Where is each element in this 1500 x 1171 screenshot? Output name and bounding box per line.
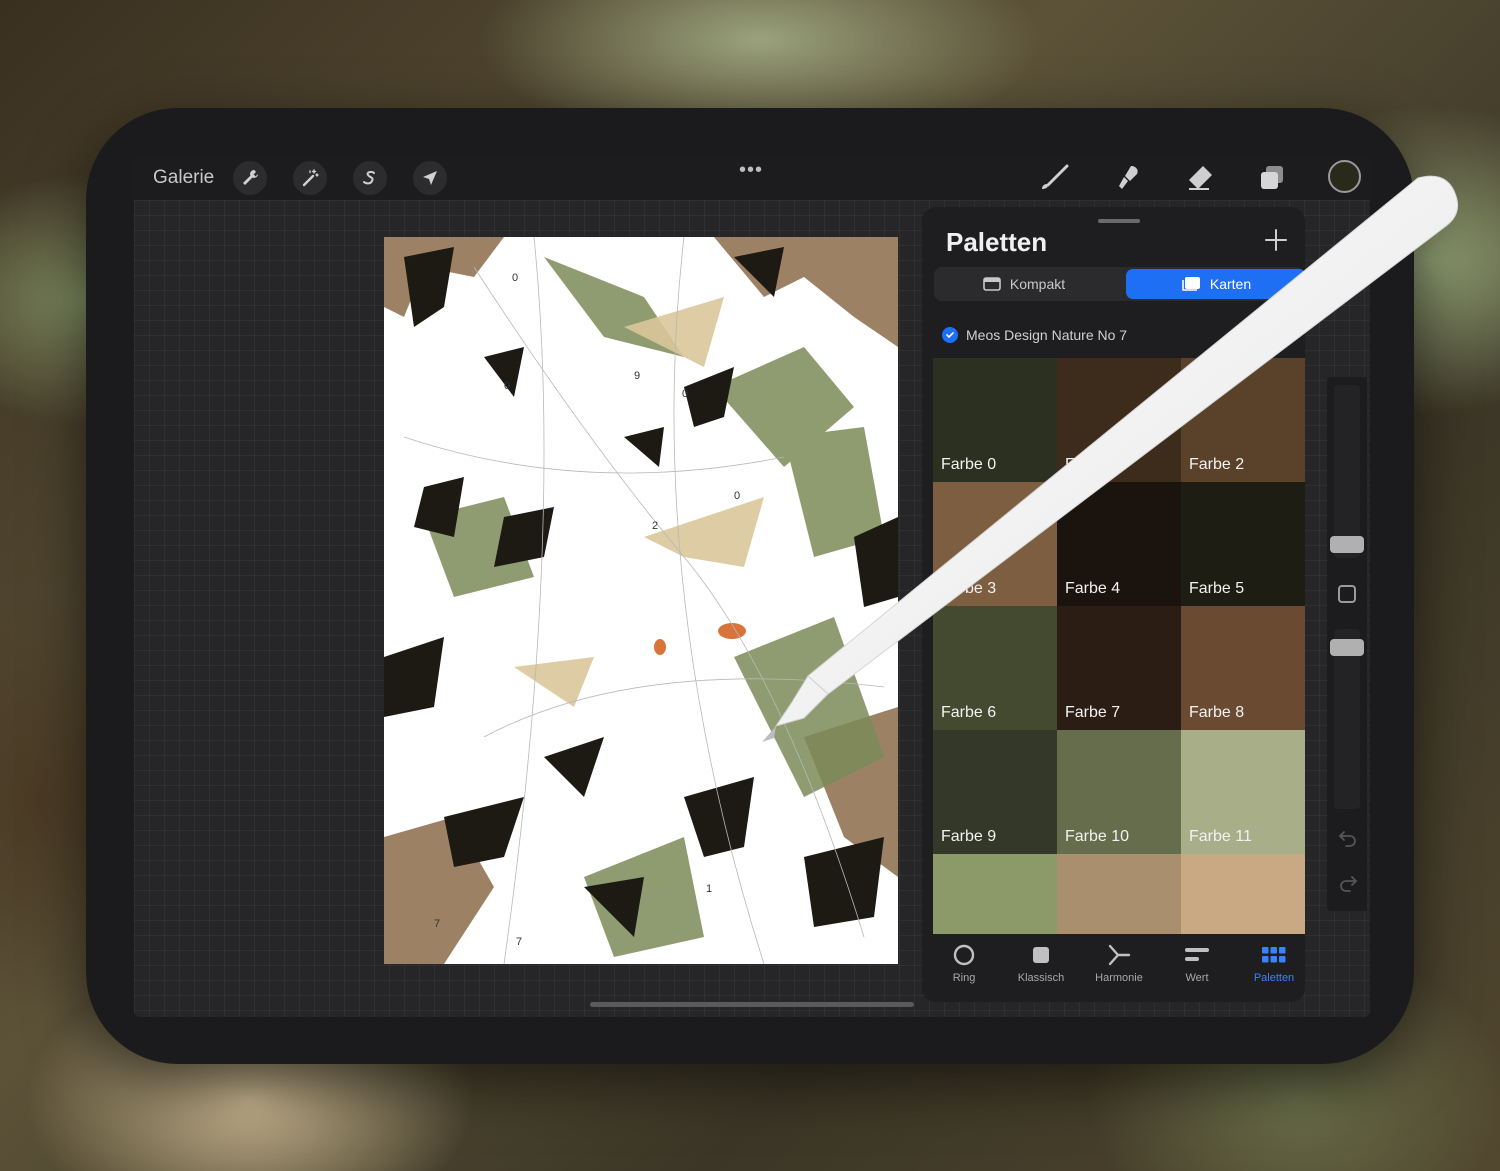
selection-s-icon bbox=[363, 170, 375, 185]
color-swatch[interactable]: Farbe 5 bbox=[1181, 482, 1305, 606]
harmony-icon bbox=[1108, 944, 1131, 966]
color-swatch[interactable]: Farbe 0 bbox=[933, 358, 1057, 482]
tab-kompakt-label: Kompakt bbox=[1009, 276, 1066, 292]
current-color-button[interactable] bbox=[1328, 160, 1361, 193]
tab-karten[interactable]: Karten bbox=[1126, 269, 1305, 299]
color-swatch[interactable]: Farbe 1 bbox=[1057, 358, 1181, 482]
tab-harmonie-label: Harmonie bbox=[1095, 972, 1143, 984]
arrow-cursor-icon bbox=[423, 171, 437, 185]
canvas-number: 0 bbox=[682, 388, 688, 400]
cards-view-icon bbox=[1182, 277, 1200, 291]
swatch-label: Farbe 6 bbox=[941, 704, 997, 721]
color-mode-tabs: Ring Klassisch Harmonie Wert Paletten bbox=[922, 934, 1305, 1002]
default-palette-check-icon bbox=[942, 327, 958, 343]
wrench-icon bbox=[243, 170, 258, 185]
color-swatch[interactable] bbox=[933, 854, 1057, 934]
palette-name: Meos Design Nature No 7 bbox=[966, 327, 1128, 343]
swatch-label: Farbe 11 bbox=[1189, 828, 1252, 845]
tab-harmonie[interactable]: Harmonie bbox=[1080, 944, 1158, 984]
tab-ring[interactable]: Ring bbox=[925, 944, 1003, 984]
canvas-number: 0 bbox=[734, 490, 740, 502]
color-panel: Paletten Kompakt Karten Meos Design Natu… bbox=[922, 207, 1305, 1002]
add-palette-icon[interactable] bbox=[1263, 227, 1289, 253]
classic-icon bbox=[1033, 947, 1049, 963]
canvas-number: 7 bbox=[516, 936, 522, 948]
coloring-artwork-image: 0 0 0 9 2 0 7 1 7 bbox=[384, 237, 898, 964]
eraser-icon bbox=[1189, 166, 1212, 190]
color-swatch[interactable]: Farbe 3 bbox=[933, 482, 1057, 606]
canvas-number: 2 bbox=[652, 520, 658, 532]
color-swatch[interactable]: Farbe 6 bbox=[933, 606, 1057, 730]
smudge-tool[interactable] bbox=[1109, 161, 1145, 195]
eraser-tool[interactable] bbox=[1181, 161, 1217, 195]
magic-wand-icon bbox=[302, 169, 319, 187]
ring-icon bbox=[953, 944, 975, 966]
canvas-number: 1 bbox=[706, 883, 712, 895]
panel-grabber[interactable] bbox=[1098, 219, 1140, 223]
canvas-number: 7 bbox=[434, 918, 440, 930]
swatch-grid: Farbe 0 Farbe 1 Farbe 2 Farbe 3 Farbe 4 Farbe… bbox=[933, 358, 1305, 934]
swatch-label: Farbe 8 bbox=[1189, 704, 1245, 721]
palettes-icon bbox=[1262, 947, 1286, 963]
tab-wert[interactable]: Wert bbox=[1158, 944, 1236, 984]
tab-ring-label: Ring bbox=[952, 972, 976, 984]
redo-icon[interactable] bbox=[1338, 874, 1358, 892]
tab-paletten-label: Paletten bbox=[1253, 972, 1295, 984]
smudge-icon bbox=[1119, 166, 1138, 189]
color-swatch[interactable]: Farbe 11 bbox=[1181, 730, 1305, 854]
panel-title: Paletten bbox=[946, 227, 1048, 257]
adjustments-button[interactable] bbox=[293, 161, 327, 195]
tab-wert-label: Wert bbox=[1185, 972, 1209, 984]
tab-klassisch[interactable]: Klassisch bbox=[1002, 944, 1080, 984]
swatch-label: Farbe 2 bbox=[1189, 456, 1245, 473]
opacity-slider[interactable] bbox=[1334, 629, 1360, 809]
actions-button[interactable] bbox=[233, 161, 267, 195]
canvas-number: 9 bbox=[634, 370, 640, 382]
selection-button[interactable] bbox=[353, 161, 387, 195]
swatch-label: Farbe 9 bbox=[941, 828, 997, 845]
transform-button[interactable] bbox=[413, 161, 447, 195]
tab-paletten[interactable]: Paletten bbox=[1235, 944, 1305, 984]
color-swatch[interactable]: Farbe 8 bbox=[1181, 606, 1305, 730]
tab-kompakt[interactable]: Kompakt bbox=[934, 267, 1114, 301]
view-mode-segmented-control: Kompakt Karten bbox=[934, 267, 1305, 301]
brush-icon bbox=[1042, 164, 1069, 189]
palette-header[interactable]: Meos Design Nature No 7 bbox=[942, 327, 1127, 343]
swatch-label: Farbe 5 bbox=[1189, 580, 1245, 597]
brush-size-slider[interactable] bbox=[1334, 385, 1360, 558]
tab-klassisch-label: Klassisch bbox=[1017, 972, 1065, 984]
swatch-label: Farbe 10 bbox=[1065, 828, 1130, 845]
canvas-number: 0 bbox=[504, 380, 510, 392]
color-swatch[interactable]: Farbe 9 bbox=[933, 730, 1057, 854]
color-swatch[interactable]: Farbe 2 bbox=[1181, 358, 1305, 482]
value-icon bbox=[1185, 948, 1209, 961]
more-options-icon[interactable]: ••• bbox=[739, 159, 763, 182]
color-swatch[interactable] bbox=[1181, 854, 1305, 934]
color-swatch[interactable]: Farbe 4 bbox=[1057, 482, 1181, 606]
opacity-thumb[interactable] bbox=[1330, 639, 1364, 656]
sidebar-controls bbox=[1327, 377, 1367, 911]
modify-button[interactable] bbox=[1338, 585, 1356, 603]
swatch-label: Farbe 3 bbox=[941, 580, 997, 597]
procreate-screen: Galerie ••• 0 0 0 9 2 0 7 1 7 Paletten K… bbox=[134, 155, 1370, 1017]
brush-size-thumb[interactable] bbox=[1330, 536, 1364, 553]
swatch-label: Farbe 7 bbox=[1065, 704, 1121, 721]
brush-tool[interactable] bbox=[1036, 161, 1072, 195]
swatch-label: Farbe 1 bbox=[1065, 456, 1121, 473]
swatch-label: Farbe 4 bbox=[1065, 580, 1121, 597]
canvas-number: 0 bbox=[512, 272, 518, 284]
artwork-canvas[interactable]: 0 0 0 9 2 0 7 1 7 bbox=[384, 237, 898, 964]
tab-karten-label: Karten bbox=[1209, 276, 1252, 292]
compact-view-icon bbox=[983, 277, 1001, 291]
home-indicator bbox=[590, 1002, 914, 1007]
top-toolbar: Galerie ••• bbox=[134, 155, 1370, 200]
undo-icon[interactable] bbox=[1338, 829, 1358, 847]
color-swatch[interactable] bbox=[1057, 854, 1181, 934]
color-swatch[interactable]: Farbe 7 bbox=[1057, 606, 1181, 730]
layers-button[interactable] bbox=[1254, 161, 1290, 195]
swatch-label: Farbe 0 bbox=[941, 456, 997, 473]
layers-icon bbox=[1261, 166, 1283, 189]
gallery-button[interactable]: Galerie bbox=[153, 167, 214, 189]
color-swatch[interactable]: Farbe 10 bbox=[1057, 730, 1181, 854]
